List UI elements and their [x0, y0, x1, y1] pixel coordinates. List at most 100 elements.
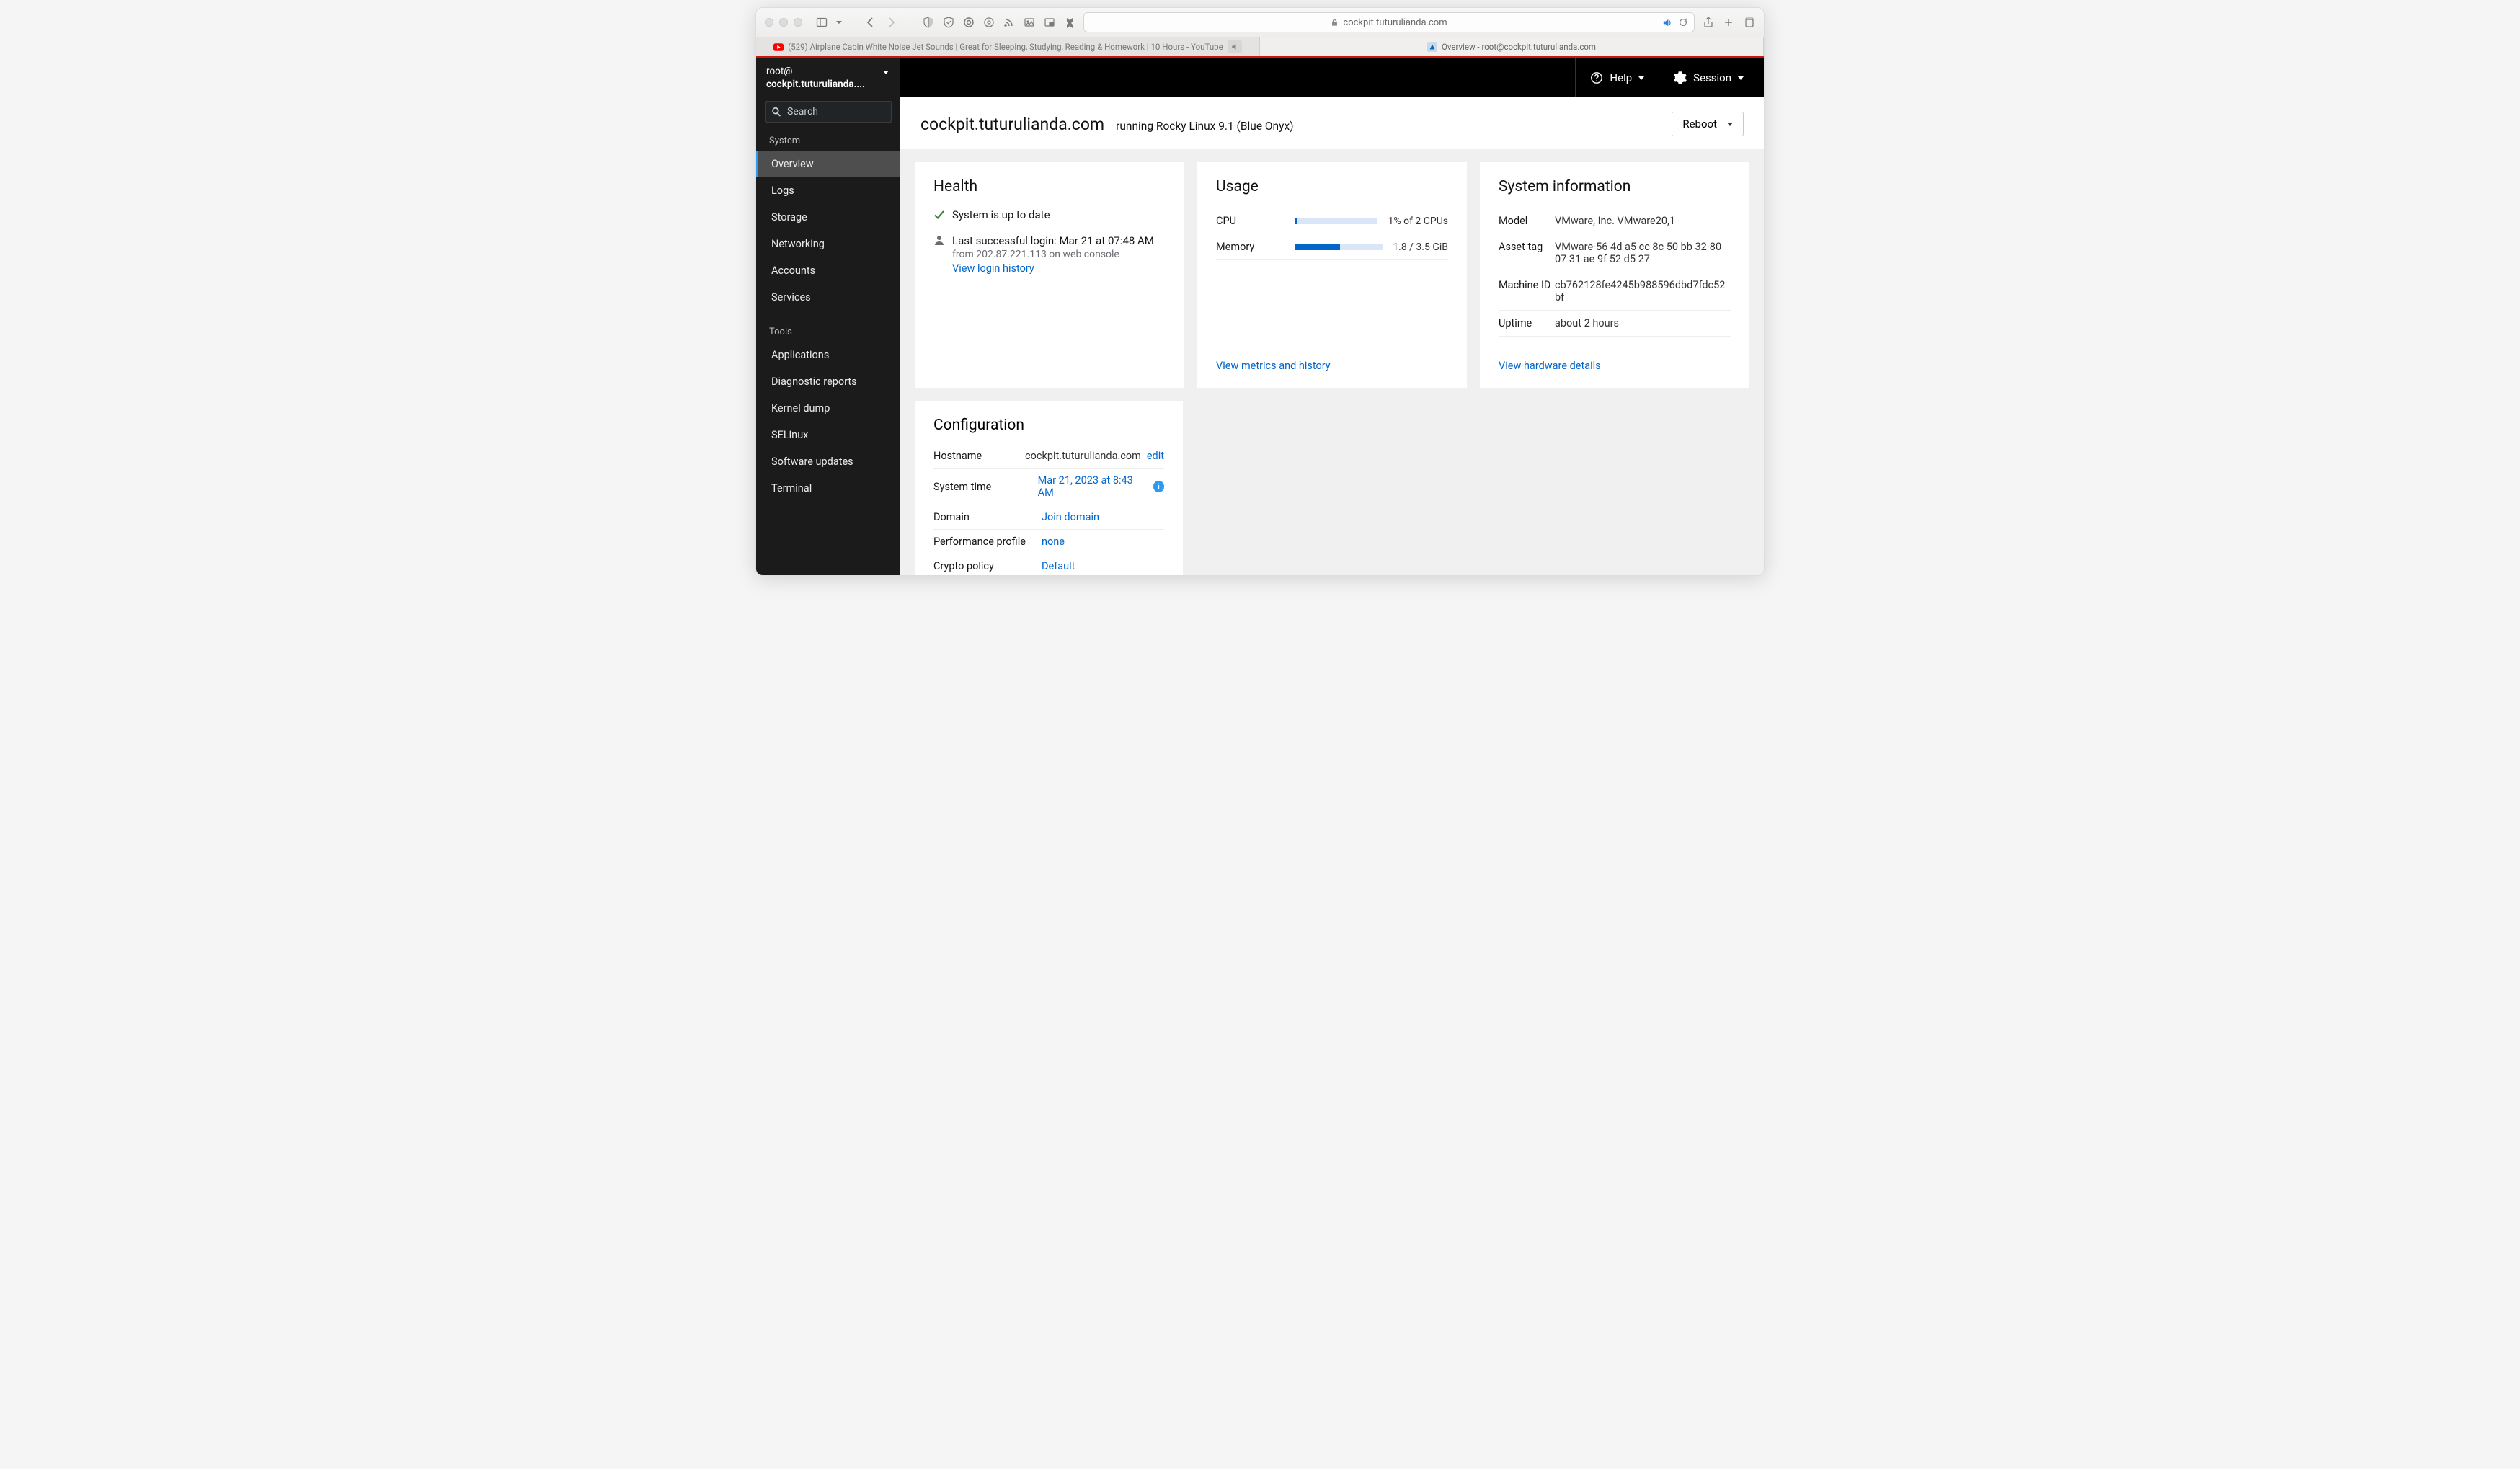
gear-icon [1674, 71, 1687, 84]
cpu-usage-bar [1295, 218, 1377, 224]
sidebar-item-terminal[interactable]: Terminal [756, 475, 900, 502]
sidebar-item-networking[interactable]: Networking [756, 231, 900, 257]
rss-icon[interactable] [1003, 16, 1016, 29]
crypto-policy-link[interactable]: Default [1042, 560, 1075, 572]
browser-toolbar: cockpit.tuturulianda.com [756, 8, 1764, 37]
sidebar-item-storage[interactable]: Storage [756, 204, 900, 231]
zoom-window-icon[interactable] [794, 18, 802, 27]
tab-audio-icon[interactable] [1228, 40, 1242, 53]
config-row-domain: Domain Join domain [933, 505, 1164, 530]
help-label: Help [1610, 71, 1632, 84]
info-value: about 2 hours [1555, 317, 1619, 329]
sidebar-item-kernel-dump[interactable]: Kernel dump [756, 395, 900, 422]
view-metrics-link[interactable]: View metrics and history [1216, 360, 1331, 372]
config-label: Performance profile [933, 536, 1042, 548]
search-placeholder: Search [787, 106, 818, 117]
app-root: root@ cockpit.tuturulianda.... Search Sy… [756, 56, 1764, 575]
usage-row-cpu: CPU 1% of 2 CPUs [1216, 208, 1448, 234]
browser-tab-1[interactable]: (529) Airplane Cabin White Noise Jet Sou… [756, 37, 1260, 56]
address-bar[interactable]: cockpit.tuturulianda.com [1083, 12, 1695, 32]
sidebar-item-diagnostic-reports[interactable]: Diagnostic reports [756, 368, 900, 395]
login-line: Last successful login: Mar 21 at 07:48 A… [952, 234, 1154, 247]
content: cockpit.tuturulianda.com running Rocky L… [900, 97, 1764, 575]
share-icon[interactable] [1702, 16, 1715, 29]
shield-half-icon[interactable] [922, 16, 935, 29]
host-user: root@ [766, 65, 890, 78]
info-label: Model [1499, 215, 1555, 227]
privacy-shield-icon[interactable] [942, 16, 955, 29]
sidebar-item-overview[interactable]: Overview [756, 151, 900, 177]
sidebar-item-software-updates[interactable]: Software updates [756, 448, 900, 475]
configuration-card: Configuration Hostname cockpit.tuturulia… [915, 401, 1183, 575]
circle-icon[interactable] [962, 16, 975, 29]
join-domain-link[interactable]: Join domain [1042, 511, 1099, 523]
reload-icon[interactable] [1678, 17, 1688, 27]
window-controls [765, 18, 802, 27]
extension-icon[interactable] [1063, 16, 1076, 29]
session-label: Session [1693, 71, 1731, 84]
chevron-down-icon[interactable] [835, 16, 843, 29]
usage-title: Usage [1216, 178, 1448, 195]
usage-value: 1.8 / 3.5 GiB [1393, 241, 1448, 253]
config-label: Crypto policy [933, 560, 1042, 572]
session-menu[interactable]: Session [1659, 58, 1758, 97]
usage-card: Usage CPU 1% of 2 CPUs Memory 1.8 / 3.5 … [1197, 162, 1467, 388]
view-login-history-link[interactable]: View login history [952, 262, 1154, 275]
usage-row-memory: Memory 1.8 / 3.5 GiB [1216, 234, 1448, 260]
sidebar-toggle-icon[interactable] [815, 16, 828, 29]
info-row: Model VMware, Inc. VMware20,1 [1499, 208, 1731, 234]
config-label: System time [933, 481, 1038, 493]
usage-value: 1% of 2 CPUs [1388, 216, 1448, 227]
info-label: Uptime [1499, 317, 1555, 329]
back-icon[interactable] [864, 16, 877, 29]
page-title: cockpit.tuturulianda.com [920, 115, 1104, 134]
help-icon [1590, 71, 1603, 84]
new-tab-icon[interactable] [1722, 16, 1735, 29]
host-switcher[interactable]: root@ cockpit.tuturulianda.... [756, 58, 900, 101]
info-row: Machine ID cb762128fe4245b988596dbd7fdc5… [1499, 272, 1731, 311]
reboot-button[interactable]: Reboot [1672, 112, 1744, 136]
close-window-icon[interactable] [765, 18, 773, 27]
lock-icon [1331, 19, 1339, 27]
eye-icon[interactable] [982, 16, 995, 29]
nav-header-tools: Tools [756, 321, 900, 342]
info-value: cb762128fe4245b988596dbd7fdc52bf [1555, 279, 1731, 303]
sidebar-item-services[interactable]: Services [756, 284, 900, 311]
usage-label: CPU [1216, 215, 1295, 227]
pip-icon[interactable] [1043, 16, 1056, 29]
health-status-row: System is up to date [933, 208, 1166, 221]
view-hardware-link[interactable]: View hardware details [1499, 360, 1601, 372]
search-icon [771, 107, 781, 117]
image-icon[interactable] [1023, 16, 1036, 29]
info-label: Asset tag [1499, 241, 1555, 253]
config-title: Configuration [933, 417, 1164, 434]
app-body: Help Session cockpit.tuturulianda.com ru… [900, 56, 1764, 575]
browser-tab-2[interactable]: Overview - root@cockpit.tuturulianda.com [1260, 37, 1764, 56]
minimize-window-icon[interactable] [779, 18, 788, 27]
topbar: Help Session [900, 58, 1764, 97]
nav-header-system: System [756, 130, 900, 151]
system-time-link[interactable]: Mar 21, 2023 at 8:43 AM [1038, 474, 1148, 499]
info-value: VMware-56 4d a5 cc 8c 50 bb 32-80 07 31 … [1555, 241, 1731, 265]
login-row: Last successful login: Mar 21 at 07:48 A… [933, 234, 1166, 275]
sidebar-item-accounts[interactable]: Accounts [756, 257, 900, 284]
health-status-text: System is up to date [952, 208, 1050, 221]
search-input[interactable]: Search [765, 101, 892, 123]
sidebar-item-logs[interactable]: Logs [756, 177, 900, 204]
sysinfo-title: System information [1499, 178, 1731, 195]
sidebar-item-selinux[interactable]: SELinux [756, 422, 900, 448]
host-name: cockpit.tuturulianda.... [766, 78, 890, 91]
audio-icon[interactable] [1661, 17, 1672, 28]
info-value: VMware, Inc. VMware20,1 [1555, 215, 1675, 227]
chevron-down-icon [1727, 123, 1733, 126]
sidebar-item-applications[interactable]: Applications [756, 342, 900, 368]
chevron-down-icon [1638, 76, 1644, 80]
edit-hostname-link[interactable]: edit [1147, 450, 1164, 462]
perf-profile-link[interactable]: none [1042, 536, 1065, 548]
forward-icon[interactable] [884, 16, 897, 29]
info-icon[interactable]: i [1153, 481, 1164, 492]
youtube-favicon-icon [773, 42, 784, 52]
help-menu[interactable]: Help [1575, 58, 1659, 97]
tabs-icon[interactable] [1742, 16, 1755, 29]
config-label: Hostname [933, 450, 1025, 462]
